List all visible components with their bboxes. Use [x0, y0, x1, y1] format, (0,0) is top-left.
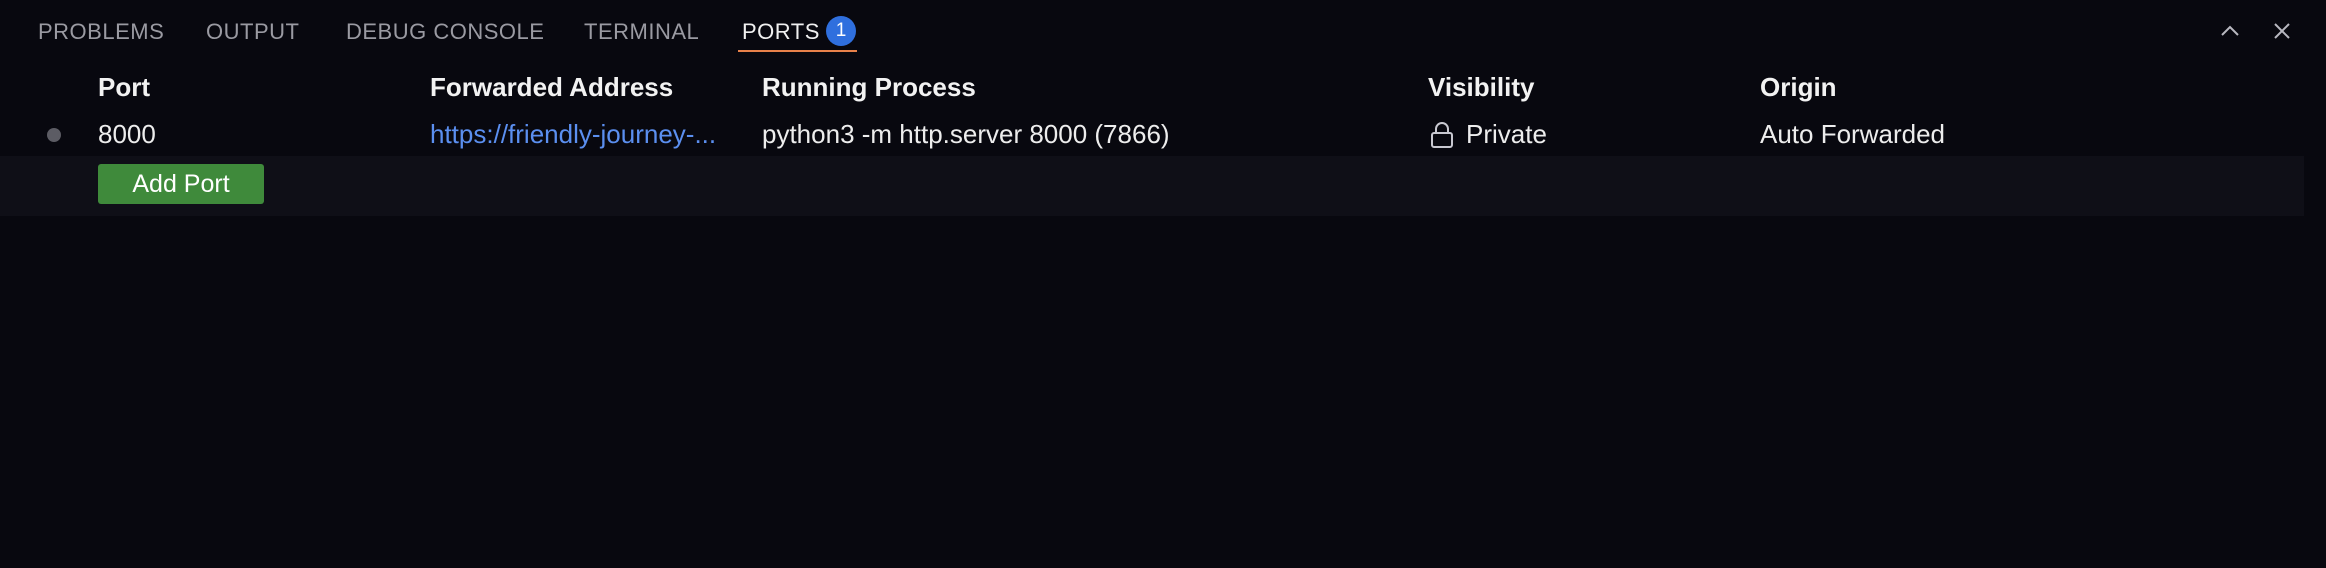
tab-output[interactable]: OUTPUT [206, 18, 299, 50]
ports-table-header: Port Forwarded Address Running Process V… [0, 68, 2304, 112]
add-port-row: Add Port [0, 156, 2304, 216]
ports-count-badge: 1 [826, 16, 856, 46]
active-tab-indicator [738, 50, 857, 52]
close-icon [2274, 23, 2290, 39]
tab-terminal[interactable]: TERMINAL [584, 18, 699, 50]
maximize-panel-button[interactable] [2213, 14, 2247, 48]
column-header-visibility[interactable]: Visibility [1428, 72, 1534, 103]
port-status-indicator [47, 128, 61, 142]
tab-ports[interactable]: PORTS [742, 18, 820, 50]
running-process: python3 -m http.server 8000 (7866) [762, 119, 1170, 149]
close-panel-button[interactable] [2265, 14, 2299, 48]
column-header-origin[interactable]: Origin [1760, 72, 1837, 103]
add-port-button[interactable]: Add Port [98, 164, 264, 204]
column-header-forwarded-address[interactable]: Forwarded Address [430, 72, 673, 103]
forwarded-address-link[interactable]: https://friendly-journey-... [430, 119, 742, 150]
visibility-value[interactable]: Private [1466, 119, 1547, 150]
column-header-running-process[interactable]: Running Process [762, 72, 976, 103]
origin-value: Auto Forwarded [1760, 119, 1945, 149]
column-header-port[interactable]: Port [98, 72, 150, 103]
ports-panel: PROBLEMS OUTPUT DEBUG CONSOLE TERMINAL P… [0, 0, 2326, 568]
tab-problems[interactable]: PROBLEMS [38, 18, 164, 50]
port-number[interactable]: 8000 [98, 119, 156, 150]
panel-tab-bar: PROBLEMS OUTPUT DEBUG CONSOLE TERMINAL P… [0, 0, 2326, 60]
lock-icon [1429, 120, 1455, 155]
tab-debug-console[interactable]: DEBUG CONSOLE [346, 18, 544, 50]
chevron-up-icon [2221, 25, 2239, 36]
table-row[interactable]: 8000 https://friendly-journey-... python… [0, 113, 2304, 156]
